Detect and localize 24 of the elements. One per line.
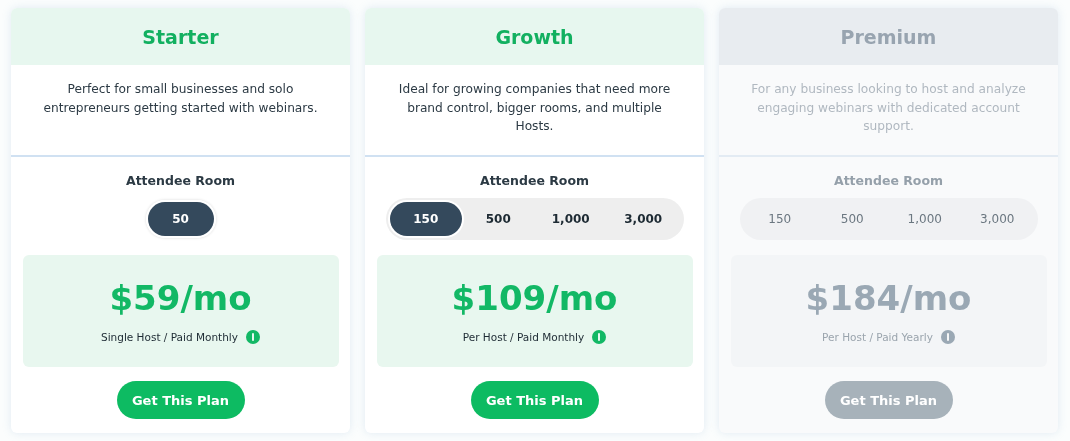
room-label: Attendee Room	[479, 173, 590, 188]
billing-note: Per Host / Paid Monthly	[462, 331, 585, 343]
plan-title: Starter	[142, 25, 219, 48]
room-option[interactable]: 1,000	[534, 202, 607, 236]
info-icon[interactable]	[592, 330, 607, 344]
room-option[interactable]: 3,000	[607, 202, 680, 236]
price: $184/mo	[805, 278, 972, 318]
room-option[interactable]: 150	[389, 202, 462, 236]
price: $59/mo	[109, 278, 252, 318]
plan-title: Growth	[495, 25, 574, 48]
plan-title: Premium	[840, 25, 937, 48]
get-plan-button[interactable]: Get This Plan	[116, 381, 245, 419]
billing-note: Per Host / Paid Yearly	[822, 331, 933, 343]
price: $109/mo	[451, 278, 618, 318]
billing-note: Single Host / Paid Monthly	[101, 331, 238, 343]
info-icon[interactable]	[246, 330, 260, 344]
room-label: Attendee Room	[833, 173, 944, 188]
plan-description: Perfect for small businesses and solo entrepreneurs getting started with webinars.	[42, 81, 319, 117]
plan-description: Ideal for growing companies that need more brand control, bigger rooms, and multiple Hosts.	[397, 81, 672, 135]
plan-description: For any business looking to host and analyze engaging webinars with dedicated account support.	[750, 81, 1027, 135]
get-plan-button[interactable]: Get This Plan	[470, 381, 599, 419]
room-option[interactable]: 500	[462, 202, 535, 236]
room-option[interactable]: 50	[147, 202, 214, 236]
room-label: Attendee Room	[125, 173, 236, 188]
